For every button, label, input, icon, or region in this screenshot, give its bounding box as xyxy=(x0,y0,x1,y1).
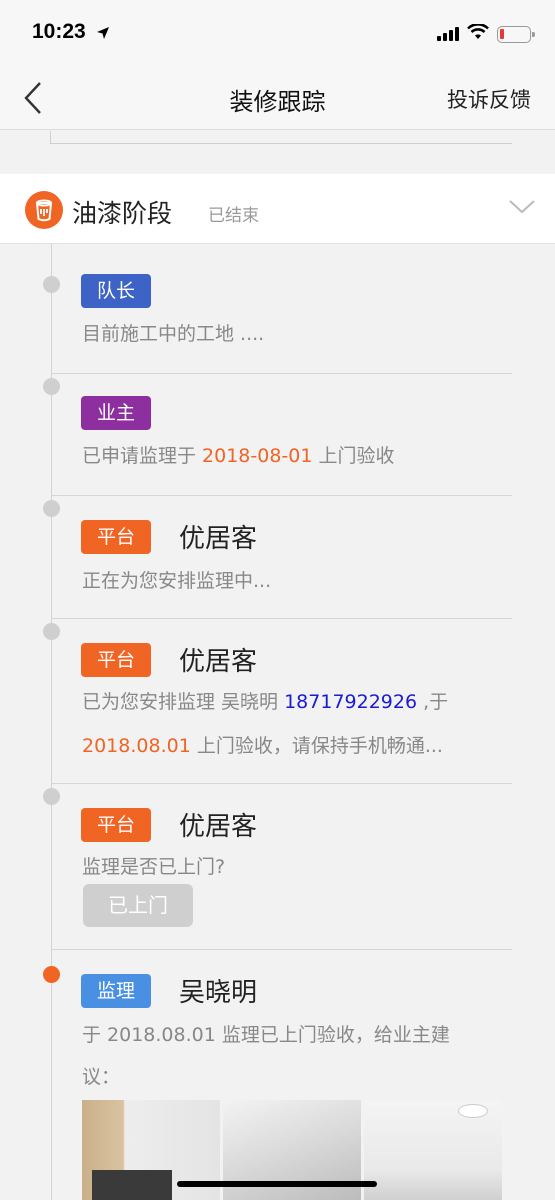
nav-bar: 装修跟踪 投诉反馈 xyxy=(0,66,555,130)
entry-divider xyxy=(51,495,512,496)
sender-name: 吴晓明 xyxy=(179,978,258,1008)
chevron-down-icon[interactable] xyxy=(507,194,537,218)
entry-divider xyxy=(51,949,512,950)
location-arrow-icon xyxy=(96,25,110,44)
entry-divider xyxy=(51,783,512,784)
timeline-dot xyxy=(43,276,60,293)
entry-message: 目前施工中的工地 .... xyxy=(82,323,265,345)
status-time: 10:23 xyxy=(32,20,86,43)
battery-icon xyxy=(497,25,535,43)
sender-name: 优居客 xyxy=(179,812,258,842)
timeline-dot xyxy=(43,378,60,395)
signal-icon xyxy=(437,27,459,41)
role-badge-supervisor: 监理 xyxy=(81,974,152,1008)
entry-divider xyxy=(51,618,512,619)
status-bar: 10:23 xyxy=(0,0,555,66)
sender-name: 优居客 xyxy=(179,524,258,554)
appointment-date: 2018-08-01 xyxy=(202,445,313,467)
previous-stage-remnant xyxy=(0,131,555,173)
stage-title: 油漆阶段 xyxy=(72,199,173,228)
entry-divider xyxy=(51,373,512,374)
paint-bucket-icon xyxy=(25,191,63,229)
wifi-icon xyxy=(467,23,489,44)
home-indicator xyxy=(177,1181,377,1187)
role-badge-platform: 平台 xyxy=(81,520,152,554)
sender-name: 优居客 xyxy=(179,647,258,677)
timeline-dot xyxy=(43,623,60,640)
stage-header[interactable]: 油漆阶段 已结束 xyxy=(0,174,555,244)
role-badge-platform: 平台 xyxy=(81,808,152,842)
role-badge-platform: 平台 xyxy=(81,643,152,677)
entry-message-line1: 已为您安排监理 吴晓明 18717922926 ,于 xyxy=(82,691,449,713)
visited-button[interactable]: 已上门 xyxy=(83,884,193,927)
timeline-dot xyxy=(43,788,60,805)
timeline-dot xyxy=(43,500,60,517)
entry-message: 已申请监理于 2018-08-01 上门验收 xyxy=(82,445,395,467)
entry-message-line1: 于 2018.08.01 监理已上门验收，给业主建 xyxy=(82,1024,450,1046)
role-badge-leader: 队长 xyxy=(81,274,152,308)
role-badge-owner: 业主 xyxy=(81,396,152,430)
complaint-feedback-button[interactable]: 投诉反馈 xyxy=(447,84,531,114)
inspection-photo[interactable] xyxy=(364,1100,502,1200)
timeline-dot-active xyxy=(43,966,60,983)
timeline: 队长 目前施工中的工地 .... 业主 已申请监理于 2018-08-01 上门… xyxy=(0,244,555,1200)
appointment-date: 2018.08.01 xyxy=(82,735,191,757)
entry-message-line2: 2018.08.01 上门验收，请保持手机畅通... xyxy=(82,735,443,757)
entry-message-line2: 议： xyxy=(82,1066,121,1088)
stage-status: 已结束 xyxy=(208,206,259,226)
entry-message: 正在为您安排监理中... xyxy=(82,570,272,592)
supervisor-phone-link[interactable]: 18717922926 xyxy=(284,691,417,713)
entry-message: 监理是否已上门? xyxy=(82,856,226,878)
